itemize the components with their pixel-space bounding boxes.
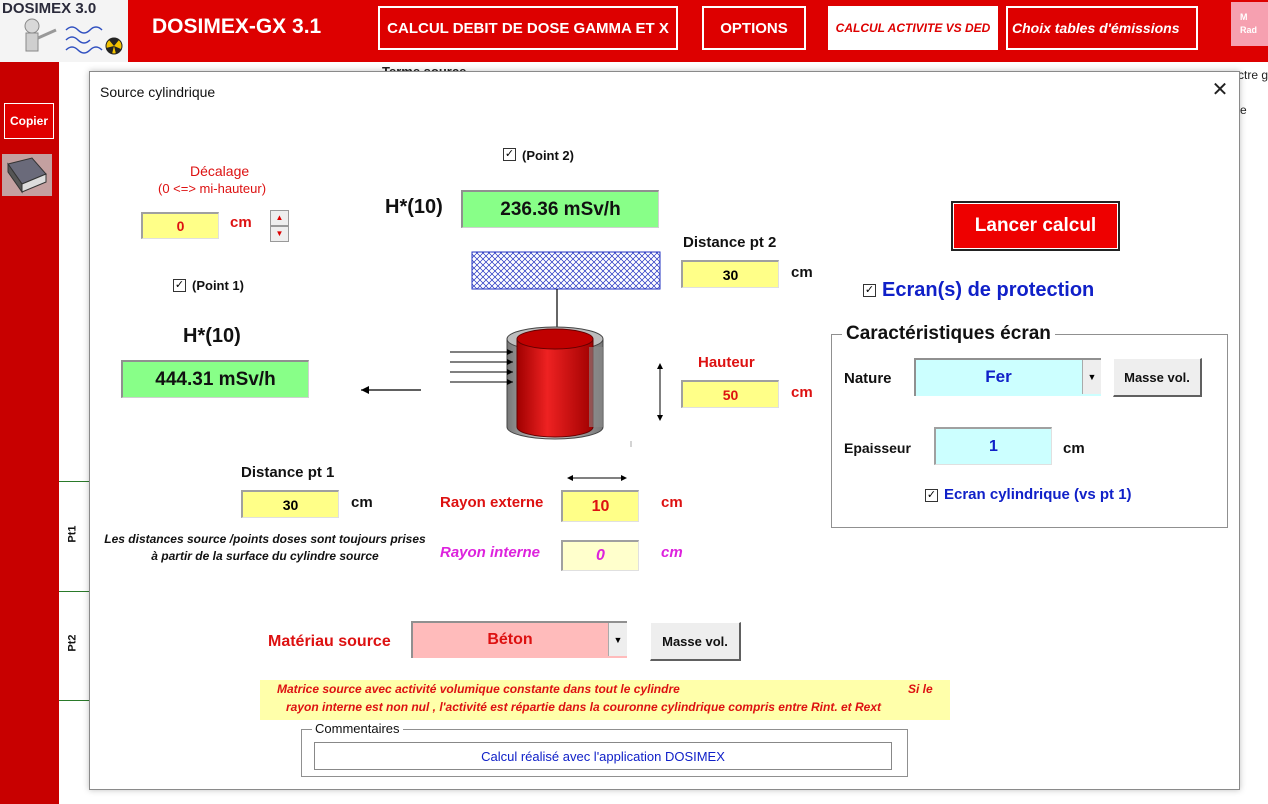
rayon-interne-unit: cm: [661, 544, 683, 561]
rayon-interne-input[interactable]: 0: [561, 540, 639, 571]
ecran-cylindrique-label: Ecran cylindrique (vs pt 1): [944, 486, 1132, 503]
hauteur-unit: cm: [791, 384, 813, 401]
background-text-right-1: ctre g: [1238, 68, 1268, 82]
materiau-source-value: Béton: [487, 630, 533, 648]
point2-result: 236.36 mSv/h: [461, 190, 659, 228]
nature-select[interactable]: Fer ▼: [914, 358, 1101, 396]
chevron-down-icon[interactable]: ▼: [608, 623, 627, 656]
commentaires-legend: Commentaires: [312, 721, 403, 736]
materiau-source-label: Matériau source: [268, 633, 391, 650]
choix-tables-button[interactable]: Choix tables d'émissions: [1006, 6, 1198, 50]
sheet-divider-1: [59, 481, 90, 482]
point2-checkbox[interactable]: ✓: [503, 148, 516, 161]
nature-label: Nature: [844, 370, 892, 387]
sheet-divider-2: [59, 591, 90, 592]
dosimex-logo: DOSIMEX 3.0: [0, 0, 128, 62]
calcul-activite-button[interactable]: CALCUL ACTIVITE VS DED: [828, 6, 998, 50]
nature-value: Fer: [985, 367, 1012, 386]
decalage-sublabel: (0 <=> mi-hauteur): [158, 181, 267, 196]
logo-figure-icon: [24, 18, 123, 55]
epaisseur-input[interactable]: 1: [934, 427, 1052, 465]
decalage-label: Décalage: [190, 163, 250, 179]
distance-note: Les distances source /points doses sont …: [104, 532, 426, 563]
materiau-source-select[interactable]: Béton ▼: [411, 621, 627, 658]
distance-pt1-unit: cm: [351, 494, 373, 511]
commentaires-group: Commentaires Calcul réalisé avec l'appli…: [301, 721, 908, 777]
hauteur-input[interactable]: 50: [681, 380, 779, 408]
pt2-row-label: Pt2: [66, 634, 79, 652]
background-text-right-2: e: [1240, 103, 1247, 117]
sheet-divider-3: [59, 700, 90, 701]
radionuclide-button-line1: M: [1240, 12, 1248, 22]
options-button[interactable]: OPTIONS: [702, 6, 806, 50]
logo-text: DOSIMEX 3.0: [2, 0, 97, 17]
rayon-externe-input[interactable]: 10: [561, 490, 639, 522]
spinner-up-icon[interactable]: ▲: [270, 210, 289, 226]
matrice-note-line2: Si le: [908, 682, 933, 696]
point1-label: (Point 1): [192, 278, 244, 293]
pt1-row-label: Pt1: [66, 525, 79, 543]
radionuclide-button[interactable]: M Rad: [1231, 2, 1268, 46]
decalage-unit: cm: [230, 214, 252, 231]
distance-pt1-input[interactable]: 30: [241, 490, 339, 518]
rayon-interne-label: Rayon interne: [440, 544, 541, 561]
point2-screen-shape: [471, 251, 661, 290]
matrice-note: Matrice source avec activité volumique c…: [260, 680, 950, 720]
calcul-debit-dose-button[interactable]: CALCUL DEBIT DE DOSE GAMMA ET X: [378, 6, 678, 50]
ecran-masse-vol-button[interactable]: Masse vol.: [1113, 358, 1202, 397]
rayon-externe-label: Rayon externe: [440, 494, 544, 511]
distance-pt1-label: Distance pt 1: [241, 464, 335, 481]
source-cylindrique-dialog: Source cylindrique ✕ Décalage (0 <=> mi-…: [89, 71, 1240, 790]
close-icon[interactable]: ✕: [1211, 80, 1229, 100]
rayon-arrow-icon: [567, 475, 627, 481]
ecran-protection-checkbox[interactable]: ✓: [863, 284, 876, 297]
distance-pt2-label: Distance pt 2: [683, 234, 777, 251]
point2-h10-label: H*(10): [385, 196, 443, 218]
decalage-spinner[interactable]: ▲ ▼: [270, 210, 289, 242]
dialog-title: Source cylindrique: [100, 84, 216, 100]
epaisseur-label: Epaisseur: [844, 440, 911, 456]
distance-pt2-input[interactable]: 30: [681, 260, 779, 288]
matrice-note-line1: Matrice source avec activité volumique c…: [277, 682, 680, 696]
point2-label: (Point 2): [522, 148, 574, 163]
caracteristiques-ecran-group: Caractéristiques écran Nature Fer ▼ Mass…: [831, 323, 1228, 528]
epaisseur-unit: cm: [1063, 440, 1085, 457]
app-title: DOSIMEX-GX 3.1: [152, 15, 322, 38]
ecran-protection-label: Ecran(s) de protection: [882, 279, 1095, 301]
copier-button[interactable]: Copier: [4, 103, 54, 139]
point1-h10-label: H*(10): [183, 325, 241, 347]
cylinder-diagram: [361, 251, 663, 447]
radionuclide-button-line2: Rad: [1240, 25, 1258, 35]
decalage-input[interactable]: 0: [141, 212, 219, 239]
lancer-calcul-button[interactable]: Lancer calcul: [951, 201, 1120, 251]
book-icon[interactable]: [2, 154, 52, 196]
commentaires-input[interactable]: Calcul réalisé avec l'application DOSIME…: [314, 742, 892, 770]
distance-pt2-unit: cm: [791, 264, 813, 281]
chevron-down-icon[interactable]: ▼: [1082, 360, 1101, 394]
caracteristiques-title: Caractéristiques écran: [842, 323, 1055, 345]
matrice-note-line3: rayon interne est non nul , l'activité e…: [286, 700, 881, 714]
materiau-masse-vol-button[interactable]: Masse vol.: [650, 622, 741, 661]
ecran-cylindrique-checkbox[interactable]: ✓: [925, 489, 938, 502]
spinner-down-icon[interactable]: ▼: [270, 226, 289, 242]
lancer-calcul-label: Lancer calcul: [953, 203, 1118, 249]
point1-result: 444.31 mSv/h: [121, 360, 309, 398]
hauteur-label: Hauteur: [698, 354, 755, 371]
rayon-externe-unit: cm: [661, 494, 683, 511]
point1-checkbox[interactable]: ✓: [173, 279, 186, 292]
